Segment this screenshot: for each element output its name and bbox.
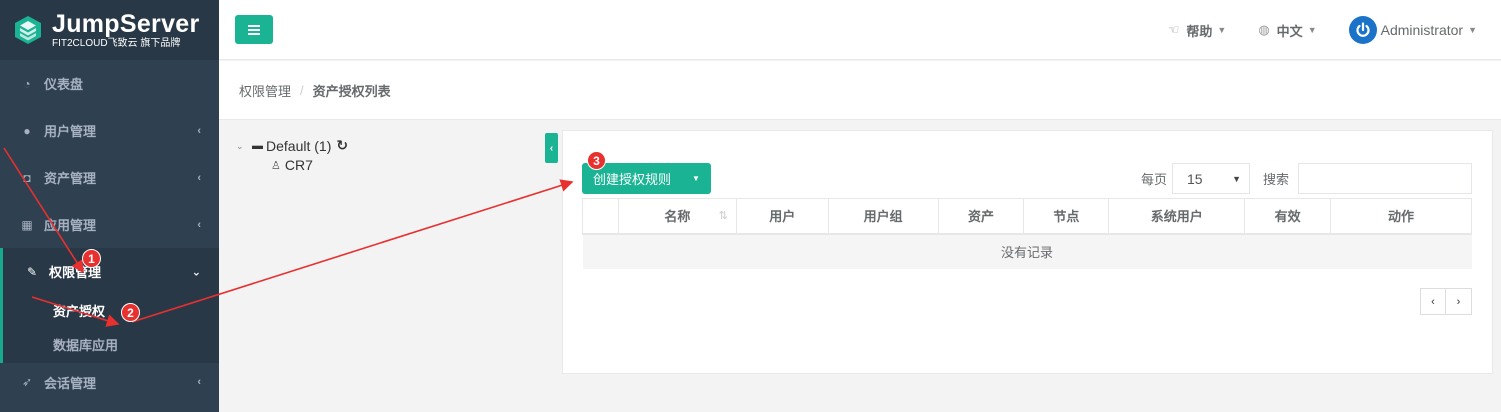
breadcrumb-separator: / bbox=[300, 82, 304, 98]
tree-expand-icon[interactable]: ⌄ bbox=[236, 141, 244, 152]
users-icon: ● bbox=[23, 123, 31, 138]
chevron-down-icon: ⌄ bbox=[191, 266, 201, 278]
table-header-row: 名称 ⇅ 用户 用户组 资产 节点 系统用户 有效 动作 bbox=[582, 198, 1472, 235]
globe-icon: ◍ bbox=[1258, 22, 1270, 37]
chevron-left-icon: ‹ bbox=[197, 171, 201, 184]
sidebar-item-applications[interactable]: ▦ 应用管理 ‹ bbox=[0, 201, 219, 248]
edit-icon: ✎ bbox=[26, 264, 38, 279]
tree-node-child[interactable]: ♙ CR7 bbox=[271, 157, 313, 173]
empty-table-message: 没有记录 bbox=[582, 233, 1472, 269]
user-avatar-power-icon bbox=[1348, 16, 1377, 44]
caret-down-icon: ▼ bbox=[1217, 25, 1227, 35]
logo-subtitle: FIT2CLOUD飞致云 旗下品牌 bbox=[52, 37, 181, 49]
sidebar-item-label: 用户管理 bbox=[44, 124, 97, 139]
linux-icon: ♙ bbox=[271, 159, 281, 172]
jumpserver-logo-icon bbox=[15, 16, 41, 44]
sidebar-submenu: 资产授权 数据库应用 bbox=[0, 295, 219, 363]
per-page-value: 15 bbox=[1187, 170, 1203, 187]
dashboard-icon: ◔ bbox=[23, 76, 31, 91]
sidebar-item-label: 资产管理 bbox=[44, 171, 97, 186]
collapse-tree-button[interactable]: ‹ bbox=[545, 133, 558, 163]
tree-node-label: Default (1) bbox=[266, 137, 332, 154]
breadcrumb-parent[interactable]: 权限管理 bbox=[239, 81, 291, 100]
caret-down-icon[interactable]: ▼ bbox=[681, 174, 711, 183]
grid-icon: ▦ bbox=[21, 217, 33, 232]
rocket-icon: ➶ bbox=[21, 375, 33, 389]
annotation-badge-3: 3 bbox=[587, 151, 606, 170]
select-all-column[interactable] bbox=[582, 198, 619, 235]
column-actions: 动作 bbox=[1330, 198, 1472, 235]
chevron-left-icon: ‹ bbox=[549, 142, 554, 154]
search-input[interactable] bbox=[1298, 163, 1472, 194]
tree-node-label: CR7 bbox=[284, 157, 313, 173]
logo-title: JumpServer bbox=[52, 9, 200, 38]
top-navbar: ☜ 帮助 ▼ ◍ 中文 ▼ Administrator ▼ bbox=[219, 0, 1501, 60]
column-nodes: 节点 bbox=[1023, 198, 1110, 235]
column-name[interactable]: 名称 ⇅ bbox=[617, 198, 737, 235]
caret-down-icon: ▼ bbox=[1232, 173, 1241, 184]
caret-down-icon: ▼ bbox=[1307, 25, 1317, 35]
column-assets: 资产 bbox=[937, 198, 1025, 235]
sidebar-item-assets[interactable]: ◘ 资产管理 ‹ bbox=[0, 154, 219, 201]
sidebar-item-label: 应用管理 bbox=[44, 218, 97, 233]
help-menu[interactable]: ☜ 帮助 ▼ bbox=[1168, 21, 1227, 40]
refresh-icon[interactable]: ↻ bbox=[336, 137, 348, 154]
permission-table: 名称 ⇅ 用户 用户组 资产 节点 系统用户 有效 动作 没有记录 bbox=[582, 198, 1472, 269]
per-page-select[interactable]: 15 ▼ bbox=[1172, 163, 1250, 194]
sidebar-item-sessions[interactable]: ➶ 会话管理 ‹ bbox=[0, 363, 219, 401]
folder-open-icon: ▬ bbox=[252, 139, 263, 152]
logo[interactable]: JumpServer FIT2CLOUD飞致云 旗下品牌 bbox=[0, 0, 219, 60]
column-label: 名称 bbox=[664, 209, 691, 225]
language-menu[interactable]: ◍ 中文 ▼ bbox=[1258, 21, 1316, 40]
chevron-left-icon: ‹ bbox=[197, 124, 201, 137]
previous-page-button[interactable]: ‹ bbox=[1420, 288, 1446, 315]
breadcrumb: 权限管理 / 资产授权列表 bbox=[219, 61, 1501, 120]
caret-down-icon: ▼ bbox=[1468, 25, 1477, 35]
username-label: Administrator bbox=[1380, 22, 1464, 38]
sidebar-item-label: 会话管理 bbox=[44, 375, 97, 391]
column-system-users: 系统用户 bbox=[1108, 198, 1246, 235]
pagination: ‹ › bbox=[1420, 288, 1472, 315]
chevron-left-icon: ‹ bbox=[197, 376, 201, 388]
column-user-groups: 用户组 bbox=[827, 198, 939, 235]
next-page-button[interactable]: › bbox=[1446, 288, 1472, 315]
menu-icon bbox=[248, 24, 260, 35]
sort-icon[interactable]: ⇅ bbox=[719, 209, 728, 222]
sidebar-item-label: 仪表盘 bbox=[44, 77, 84, 92]
handshake-icon: ☜ bbox=[1167, 22, 1180, 37]
user-menu[interactable]: Administrator ▼ bbox=[1348, 16, 1477, 44]
sidebar-item-users[interactable]: ● 用户管理 ‹ bbox=[0, 107, 219, 154]
top-right-menu: ☜ 帮助 ▼ ◍ 中文 ▼ Administrator ▼ bbox=[1136, 0, 1477, 60]
language-label: 中文 bbox=[1276, 23, 1303, 39]
breadcrumb-current: 资产授权列表 bbox=[312, 83, 391, 99]
column-users: 用户 bbox=[735, 198, 829, 235]
tree-node-root[interactable]: ▬ Default (1) ↻ bbox=[252, 137, 348, 154]
sidebar-item-dashboard[interactable]: ◔ 仪表盘 bbox=[0, 60, 219, 107]
sidebar-toggle-button[interactable] bbox=[235, 15, 273, 44]
annotation-badge-2: 2 bbox=[121, 303, 140, 322]
help-label: 帮助 bbox=[1186, 23, 1213, 39]
create-permission-label: 创建授权规则 bbox=[593, 172, 672, 187]
chevron-left-icon: ‹ bbox=[197, 218, 201, 231]
table-row: 没有记录 bbox=[582, 233, 1472, 269]
inbox-icon: ◘ bbox=[23, 170, 31, 185]
sidebar-subitem-asset-permission[interactable]: 资产授权 bbox=[3, 295, 219, 329]
annotation-badge-1: 1 bbox=[82, 249, 101, 268]
sidebar-subitem-database-app[interactable]: 数据库应用 bbox=[3, 329, 219, 363]
sidebar: JumpServer FIT2CLOUD飞致云 旗下品牌 ◔ 仪表盘 ● 用户管… bbox=[0, 0, 219, 412]
column-valid: 有效 bbox=[1244, 198, 1332, 235]
per-page-label: 每页 bbox=[1141, 172, 1168, 187]
sidebar-item-permissions[interactable]: ✎ 权限管理 ⌄ bbox=[0, 248, 219, 295]
search-label: 搜索 bbox=[1263, 172, 1290, 187]
